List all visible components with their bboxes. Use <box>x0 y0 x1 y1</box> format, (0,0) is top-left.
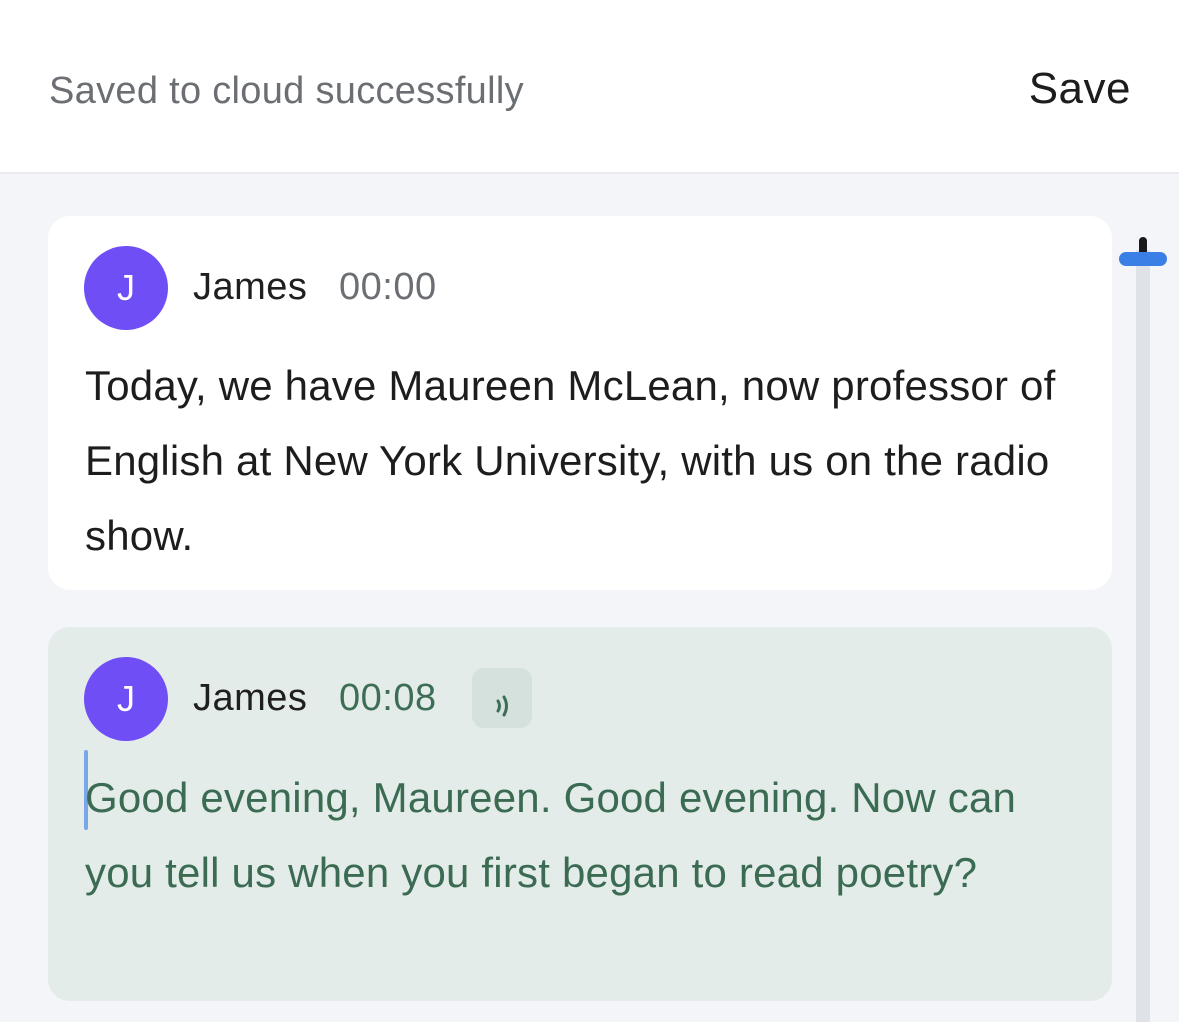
segment-text[interactable]: Good evening, Maureen. Good evening. Now… <box>85 760 1075 910</box>
save-status-text: Saved to cloud successfully <box>49 70 524 112</box>
speaker-name: James <box>193 266 308 308</box>
scrollbar-track[interactable] <box>1136 250 1150 1022</box>
speaker-name: James <box>193 677 308 719</box>
sound-wave-icon <box>496 695 508 716</box>
segment-timestamp[interactable]: 00:00 <box>339 266 437 309</box>
avatar: J <box>84 246 168 330</box>
top-bar: Saved to cloud successfully Save <box>0 0 1179 174</box>
avatar: J <box>84 657 168 741</box>
transcript-segment[interactable]: J James 00:00 Today, we have Maureen McL… <box>48 216 1112 590</box>
save-button[interactable]: Save <box>1029 64 1131 114</box>
scrollbar-thumb[interactable] <box>1119 252 1167 266</box>
transcript-segment-active[interactable]: J James 00:08 Good evening, Maureen. Goo… <box>48 627 1112 1001</box>
segment-text[interactable]: Today, we have Maureen McLean, now profe… <box>85 348 1075 573</box>
segment-timestamp[interactable]: 00:08 <box>339 677 437 720</box>
play-audio-button[interactable] <box>472 668 532 728</box>
